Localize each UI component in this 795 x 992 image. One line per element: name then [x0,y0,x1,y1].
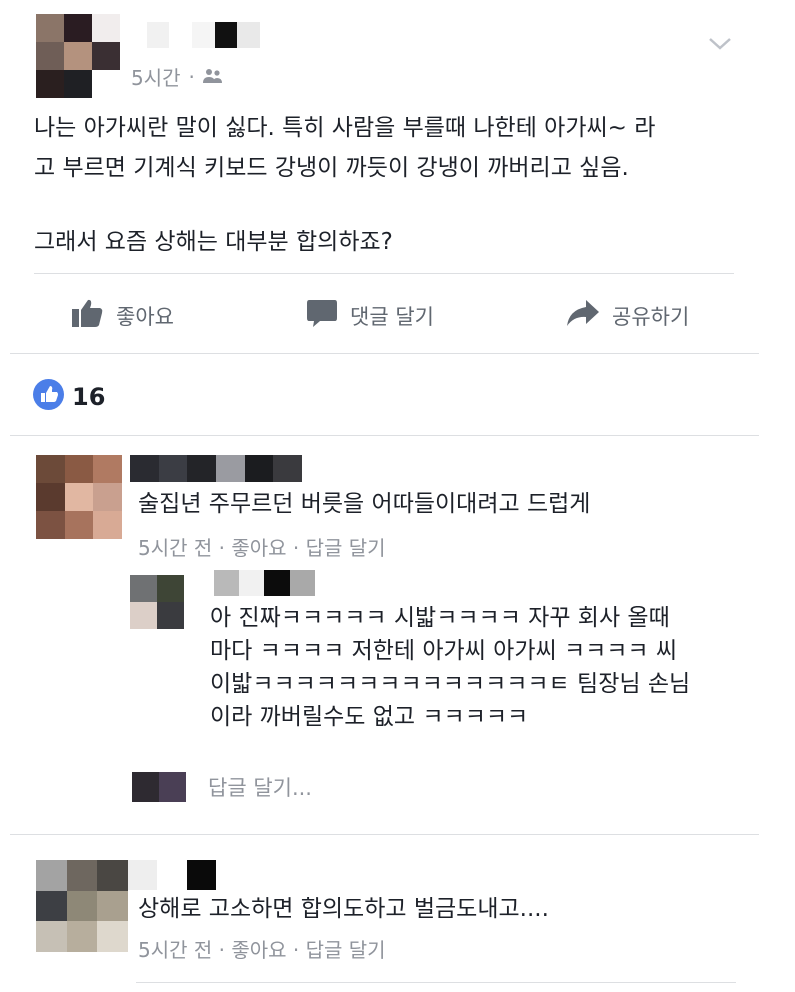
reply-text: 아 진짜ㅋㅋㅋㅋㅋ 시밟ㅋㅋㅋㅋ 자꾸 회사 올때 마다 ㅋㅋㅋㅋ 저한테 아가… [210,602,690,734]
comment-meta[interactable]: 5시간 전 · 좋아요 · 답글 달기 [138,934,386,963]
comment-text: 술집년 주무르던 버릇을 어따들이대려고 드럽게 [138,491,591,517]
redacted-commenter-name[interactable] [130,455,302,482]
reply-input[interactable]: 답글 달기... [208,772,312,802]
comment-meta[interactable]: 5시간 전 · 좋아요 · 답글 달기 [138,532,386,561]
reply-text-line: 아 진짜ㅋㅋㅋㅋㅋ 시밟ㅋㅋㅋㅋ 자꾸 회사 올때 [210,605,670,631]
reply-text-line: 이라 까버릴수도 없고 ㅋㅋㅋㅋㅋ [210,704,529,730]
reaction-count: 16 [72,382,106,411]
reply-text-line: 이밟ㅋㅋㅋㅋㅋㅋㅋㅋㅋㅋㅋㅋㅋㅋㅌ 팀장님 손님 [210,671,691,697]
meta-separator: · [188,64,195,89]
share-arrow-icon [566,298,600,333]
thumbs-up-icon [72,298,104,333]
reply-text-line: 마다 ㅋㅋㅋㅋ 저한테 아가씨 아가씨 ㅋㅋㅋㅋ 씨 [210,638,678,664]
post-text-line: 고 부르면 기계식 키보드 강냉이 까듯이 강냉이 까버리고 싶음. [34,155,629,181]
divider [10,353,759,354]
commenter-avatar[interactable] [36,455,122,539]
post-meta: 5시간 · [131,62,223,91]
divider [34,273,734,274]
current-user-avatar [132,772,186,802]
avatar[interactable] [36,14,120,98]
like-button[interactable]: 좋아요 [72,298,174,333]
share-label: 공유하기 [612,304,690,329]
post-body: 나는 아가씨란 말이 싫다. 특히 사람을 부를때 나한테 아가씨~ 라 고 부… [34,108,774,262]
post-text-line: 나는 아가씨란 말이 싫다. 특히 사람을 부를때 나한테 아가씨~ 라 [34,115,656,141]
reactions-summary[interactable]: 16 [33,379,105,414]
share-button[interactable]: 공유하기 [566,298,689,333]
comment-label: 댓글 달기 [350,304,434,329]
comment-text: 상해로 고소하면 합의도하고 벌금도내고.... [138,896,549,922]
comment-bubble-icon [306,298,338,333]
redacted-commenter-name[interactable] [128,860,216,890]
redacted-author-name[interactable] [124,22,260,48]
post-text-line: 그래서 요즘 상해는 대부분 합의하죠? [34,229,393,255]
reply-avatar[interactable] [130,575,184,629]
post-time[interactable]: 5시간 [131,62,181,91]
divider [10,435,759,436]
chevron-down-icon[interactable] [706,34,734,54]
commenter-avatar[interactable] [36,860,128,952]
divider [10,834,759,835]
friends-icon [202,65,223,89]
divider [136,982,736,983]
redacted-replier-name[interactable] [214,570,340,596]
like-reaction-icon [33,379,64,414]
comment-button[interactable]: 댓글 달기 [306,298,434,333]
like-label: 좋아요 [116,304,174,329]
